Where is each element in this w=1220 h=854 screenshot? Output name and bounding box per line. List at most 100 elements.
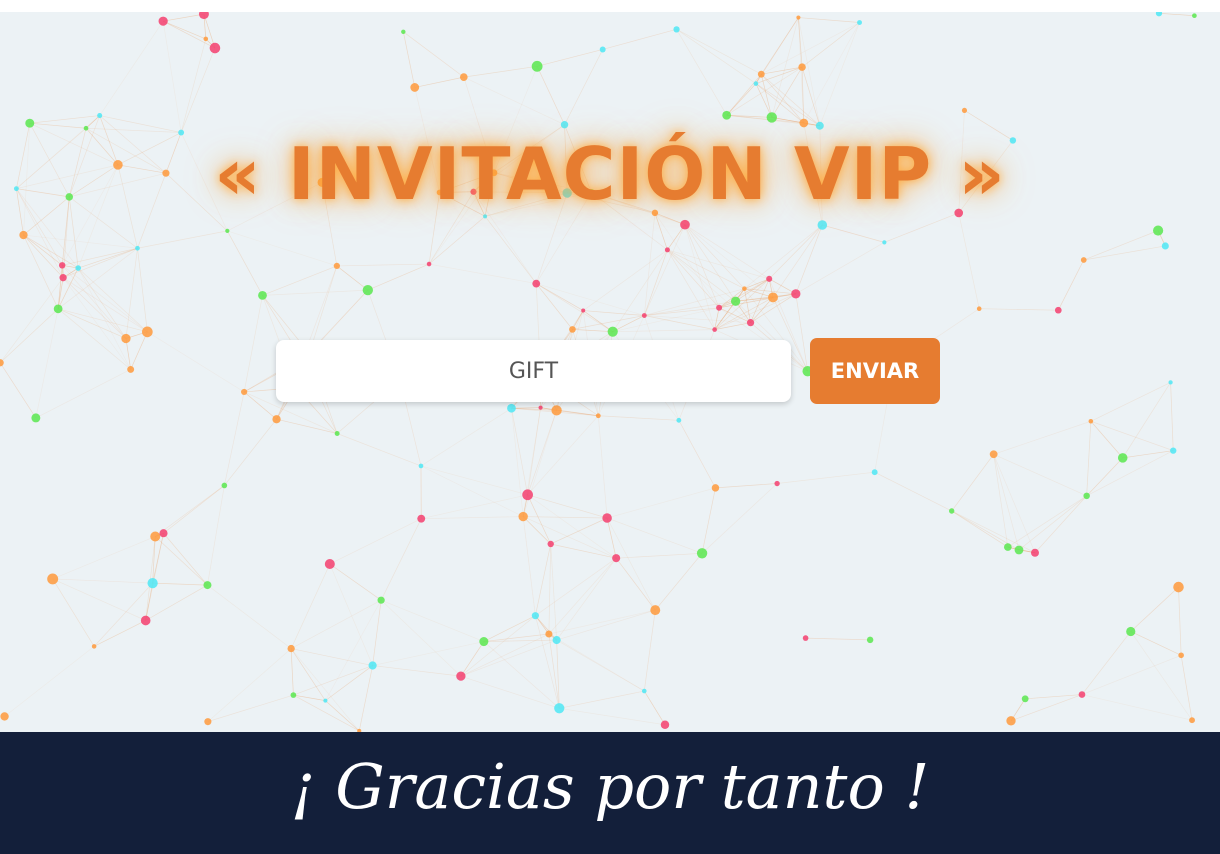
network-line (527, 415, 599, 496)
network-line (403, 31, 465, 78)
network-line (1083, 230, 1159, 261)
network-line (421, 516, 524, 520)
page: « INVITACIÓN VIP » ENVIAR ¡ Gracias por … (0, 0, 1220, 854)
network-line (676, 29, 757, 84)
network-line (52, 578, 153, 584)
network-dot (1014, 545, 1024, 555)
network-line (958, 212, 980, 309)
footer: ¡ Gracias por tanto ! (0, 732, 1220, 854)
network-line (52, 578, 95, 647)
network-dot (768, 292, 778, 303)
network-dot (1168, 380, 1173, 385)
network-dot (581, 308, 586, 313)
network-line (616, 552, 703, 559)
network-line (137, 248, 148, 332)
network-dot (290, 692, 297, 698)
network-dot (560, 121, 569, 129)
network-line (1086, 421, 1092, 496)
network-line (23, 234, 59, 309)
network-line (726, 73, 762, 116)
network-line (290, 648, 326, 701)
network-line (548, 609, 656, 635)
network-line (522, 516, 551, 545)
network-line (460, 639, 557, 677)
network-line (1010, 694, 1083, 722)
network-dot (203, 36, 209, 42)
network-line (684, 224, 770, 280)
network-dot (479, 637, 489, 647)
network-dot (857, 20, 862, 25)
network-line (884, 212, 959, 243)
network-line (701, 483, 778, 554)
network-dot (712, 327, 717, 332)
network-dot (459, 73, 468, 81)
network-line (329, 518, 422, 565)
network-line (163, 485, 225, 534)
network-line (325, 665, 373, 701)
network-line (483, 615, 536, 642)
network-line (795, 242, 885, 295)
network-dot (796, 15, 801, 20)
network-dot (158, 16, 168, 26)
network-line (803, 22, 860, 124)
network-dot (641, 688, 647, 694)
network-line (798, 17, 860, 23)
network-line (99, 115, 182, 133)
network-line (523, 516, 617, 559)
hero-section: « INVITACIÓN VIP » ENVIAR (0, 12, 1220, 732)
network-line (180, 47, 216, 133)
network-line (125, 248, 138, 339)
network-dot (198, 12, 209, 20)
code-input[interactable] (276, 340, 791, 402)
network-dot (766, 275, 773, 282)
network-line (612, 249, 668, 332)
network-dot (1192, 13, 1197, 19)
network-dot (150, 531, 161, 542)
network-line (768, 224, 823, 280)
network-line (428, 216, 486, 265)
network-dot (1126, 626, 1136, 637)
network-line (463, 65, 538, 78)
network-line (0, 308, 59, 364)
network-dot (417, 514, 426, 523)
network-line (402, 31, 416, 88)
network-line (612, 329, 715, 333)
network-line (325, 700, 360, 732)
network-line (163, 533, 208, 586)
network-line (527, 494, 608, 519)
network-line (951, 510, 1036, 554)
network-line (358, 665, 373, 732)
network-dot (83, 125, 89, 131)
network-dot (1170, 447, 1177, 454)
network-dot (334, 431, 340, 436)
network-line (684, 224, 720, 308)
network-line (678, 420, 716, 489)
network-dot (696, 548, 708, 559)
network-line (643, 690, 666, 725)
network-line (77, 267, 131, 370)
network-line (1178, 587, 1182, 656)
network-line (372, 665, 461, 677)
send-button[interactable]: ENVIAR (810, 338, 940, 404)
network-line (602, 29, 677, 50)
network-line (822, 224, 885, 243)
network-dot (742, 286, 747, 291)
network-dot (518, 511, 528, 522)
network-dot (1054, 306, 1062, 314)
network-line (667, 249, 720, 309)
network-line (380, 599, 462, 677)
network-dot (1080, 257, 1087, 263)
network-line (420, 465, 528, 496)
network-line (337, 433, 422, 467)
network-line (93, 620, 146, 647)
network-line (290, 648, 294, 696)
network-dot (258, 290, 267, 300)
network-dot (159, 529, 168, 538)
network-dot (599, 46, 606, 53)
network-line (548, 557, 617, 635)
network-line (654, 212, 668, 250)
network-line (536, 283, 645, 316)
network-dot (602, 513, 612, 523)
network-line (527, 494, 552, 545)
network-line (380, 518, 422, 601)
